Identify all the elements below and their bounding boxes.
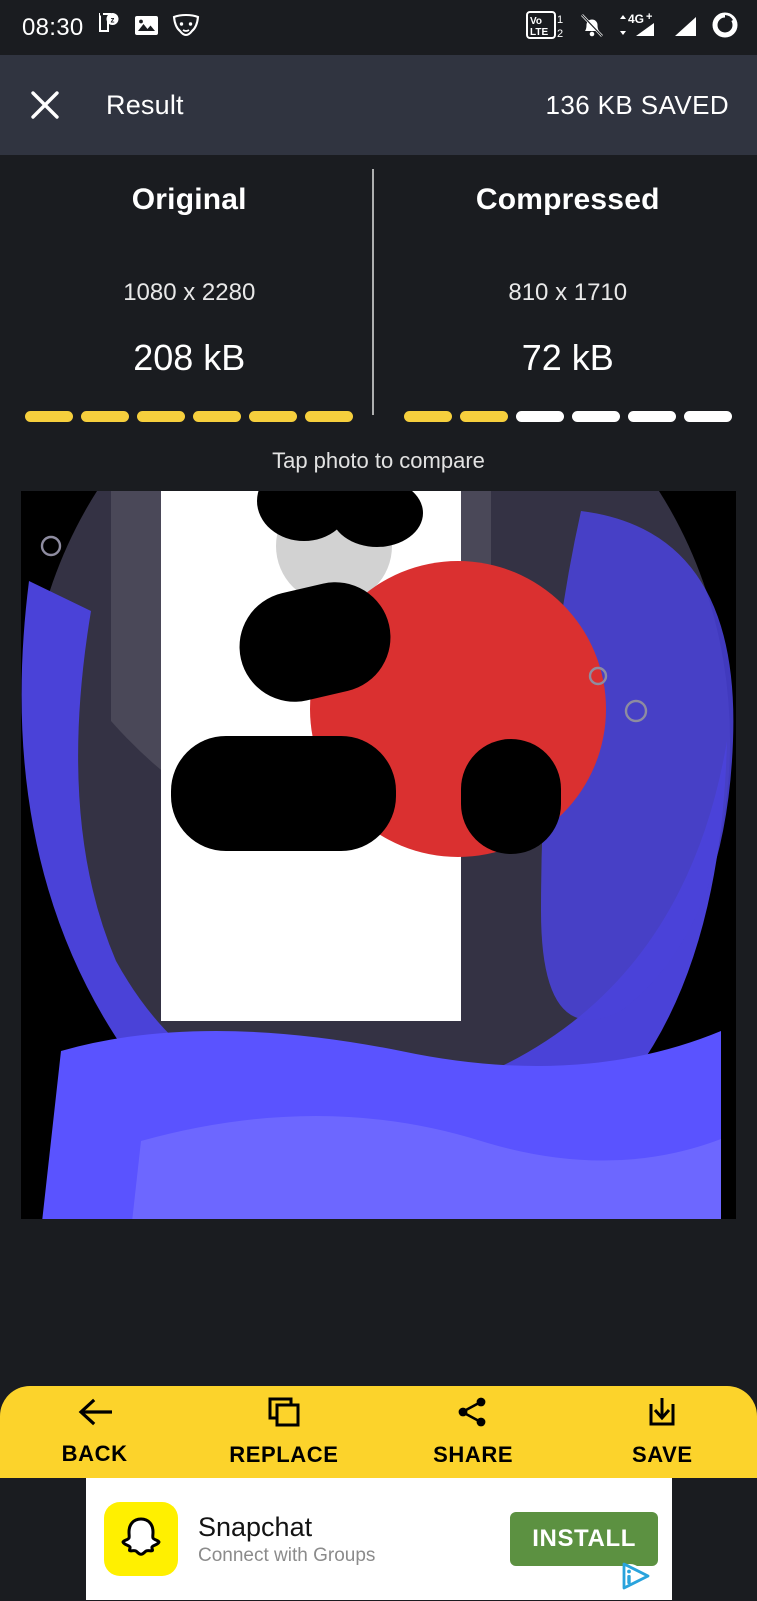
back-button[interactable]: BACK bbox=[0, 1398, 189, 1467]
segment bbox=[628, 411, 676, 422]
replace-button[interactable]: REPLACE bbox=[189, 1397, 378, 1468]
segment bbox=[193, 411, 241, 422]
column-original: Original 1080 x 2280 208 kB bbox=[0, 183, 379, 422]
replace-label: REPLACE bbox=[229, 1442, 338, 1468]
share-label: SHARE bbox=[433, 1442, 513, 1468]
tap-to-compare-hint: Tap photo to compare bbox=[0, 448, 757, 474]
segment bbox=[305, 411, 353, 422]
photo-icon bbox=[134, 13, 159, 43]
ad-app-name: Snapchat bbox=[198, 1512, 375, 1543]
notifications-muted-icon bbox=[579, 12, 605, 44]
network-label-text: 4G bbox=[628, 12, 644, 26]
svg-text:z: z bbox=[110, 16, 114, 25]
compare-panel: Original 1080 x 2280 208 kB Compressed 8… bbox=[0, 155, 757, 474]
original-title: Original bbox=[0, 183, 379, 217]
compare-columns: Original 1080 x 2280 208 kB Compressed 8… bbox=[0, 183, 757, 422]
volte-dual-sim-icon: Vo LTE 1 2 bbox=[526, 10, 568, 45]
document-badge-icon: z bbox=[97, 12, 121, 43]
adchoices-icon[interactable] bbox=[614, 1556, 654, 1596]
sim2-text: 2 bbox=[557, 28, 563, 40]
saved-amount-label: 136 KB SAVED bbox=[545, 90, 729, 121]
snapchat-ghost-icon bbox=[104, 1502, 178, 1576]
original-dimensions: 1080 x 2280 bbox=[0, 279, 379, 307]
share-button[interactable]: SHARE bbox=[379, 1397, 568, 1468]
compressed-dimensions: 810 x 1710 bbox=[379, 279, 757, 307]
download-save-icon bbox=[646, 1397, 678, 1432]
original-filesize: 208 kB bbox=[0, 337, 379, 379]
ad-zone: Snapchat Connect with Groups INSTALL bbox=[0, 1478, 757, 1600]
signal-4g-plus-icon: 4G + bbox=[616, 11, 662, 44]
signal-bars-icon bbox=[673, 11, 700, 44]
page-title: Result bbox=[106, 90, 184, 121]
fox-mask-icon bbox=[172, 13, 200, 42]
volte-line2-text: LTE bbox=[530, 27, 548, 38]
ad-tagline: Connect with Groups bbox=[198, 1545, 375, 1567]
volte-line1-text: Vo bbox=[530, 16, 542, 27]
sim1-text: 1 bbox=[557, 14, 563, 26]
compressed-filesize: 72 kB bbox=[379, 337, 757, 379]
segment bbox=[404, 411, 452, 422]
preview-artwork bbox=[21, 491, 736, 1219]
column-compressed: Compressed 810 x 1710 72 kB bbox=[379, 183, 757, 422]
compressed-segment-bar bbox=[379, 411, 757, 422]
status-bar-left: 08:30 z bbox=[22, 12, 200, 43]
copy-layers-icon bbox=[267, 1397, 301, 1432]
status-bar-right: Vo LTE 1 2 4G + bbox=[526, 10, 739, 45]
original-segment-bar bbox=[0, 411, 379, 422]
segment bbox=[516, 411, 564, 422]
segment bbox=[684, 411, 732, 422]
segment bbox=[460, 411, 508, 422]
bottom-action-bar: BACK REPLACE SHARE bbox=[0, 1386, 757, 1478]
compressed-photo-preview[interactable] bbox=[21, 491, 736, 1219]
back-label: BACK bbox=[62, 1441, 128, 1467]
close-icon[interactable] bbox=[28, 88, 62, 122]
app-bar: Result 136 KB SAVED bbox=[0, 55, 757, 155]
ad-text-block: Snapchat Connect with Groups bbox=[198, 1512, 375, 1567]
share-nodes-icon bbox=[457, 1397, 489, 1432]
arrow-left-icon bbox=[76, 1398, 114, 1431]
status-clock: 08:30 bbox=[22, 14, 84, 42]
segment bbox=[25, 411, 73, 422]
segment bbox=[572, 411, 620, 422]
status-bar: 08:30 z bbox=[0, 0, 757, 55]
ad-banner[interactable]: Snapchat Connect with Groups INSTALL bbox=[86, 1478, 672, 1600]
compressed-title: Compressed bbox=[379, 183, 757, 217]
save-label: SAVE bbox=[632, 1442, 693, 1468]
battery-ring-icon bbox=[711, 11, 739, 44]
segment bbox=[137, 411, 185, 422]
segment bbox=[81, 411, 129, 422]
segment bbox=[249, 411, 297, 422]
save-button[interactable]: SAVE bbox=[568, 1397, 757, 1468]
svg-text:+: + bbox=[646, 11, 652, 23]
